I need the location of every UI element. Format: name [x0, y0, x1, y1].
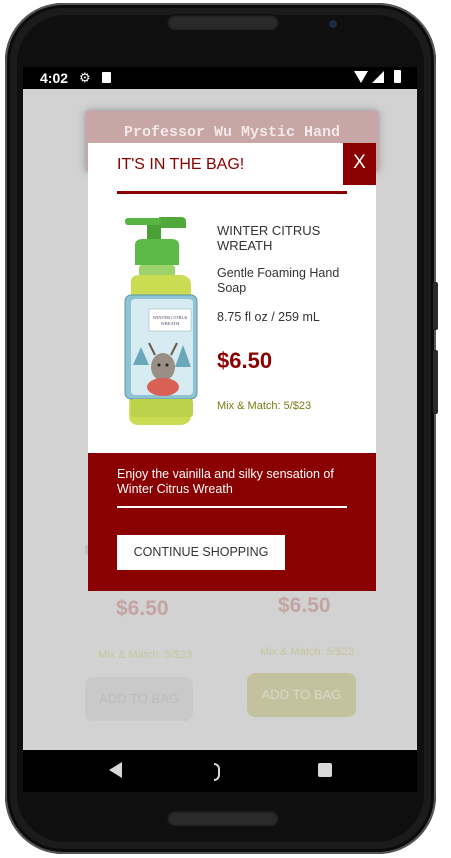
screen: 4:02 ⚙ Professor Wu Mystic Hand $6.50 $6… — [23, 67, 417, 792]
background-mix-match-2: Mix & Match: 5/$23 — [260, 646, 355, 658]
back-icon[interactable] — [109, 762, 122, 778]
continue-shopping-button[interactable]: CONTINUE SHOPPING — [117, 535, 285, 570]
product-image: WINTER CITRUS WREATH — [124, 217, 198, 425]
modal-title: IT'S IN THE BAG! — [117, 156, 245, 173]
front-camera — [329, 20, 337, 28]
power-button — [433, 350, 438, 414]
sd-card-icon — [102, 72, 111, 83]
close-button[interactable]: X — [343, 143, 376, 185]
recents-icon[interactable] — [318, 763, 332, 777]
battery-icon — [394, 70, 401, 83]
product-size: 8.75 fl oz / 259 mL — [217, 310, 320, 324]
product-price: $6.50 — [217, 348, 273, 373]
svg-text:WREATH: WREATH — [161, 321, 180, 326]
promo-panel: Enjoy the vainilla and silky sensation o… — [88, 453, 376, 591]
background-title: Professor Wu Mystic Hand — [123, 124, 341, 141]
gear-icon: ⚙ — [79, 70, 91, 85]
bottom-speaker — [167, 810, 279, 826]
status-time: 4:02 — [40, 70, 69, 86]
promo-text: Enjoy the vainilla and silky sensation o… — [117, 467, 334, 496]
volume-button — [433, 282, 438, 330]
promo-divider — [117, 506, 347, 508]
background-price-1: $6.50 — [116, 597, 169, 620]
status-bar: 4:02 ⚙ — [23, 67, 417, 89]
added-to-bag-modal: IT'S IN THE BAG! X WINTER CITRUS WREATH — [88, 143, 376, 591]
add-to-bag-button-1[interactable]: ADD TO BAG — [85, 677, 193, 721]
navigation-bar — [23, 750, 417, 792]
background-mix-match-1: Mix & Match: 5/$23 — [98, 649, 193, 661]
product-description: Gentle Foaming Hand Soap — [217, 266, 340, 295]
bottle-label-text: WINTER CITRUS — [153, 315, 188, 320]
product-name: WINTER CITRUS WREATH — [217, 223, 321, 253]
earpiece-speaker — [167, 14, 279, 30]
wifi-icon — [354, 71, 368, 83]
title-divider — [117, 191, 347, 194]
app-content: Professor Wu Mystic Hand $6.50 $6.50 Mix… — [23, 89, 417, 750]
signal-icon — [372, 71, 384, 83]
add-to-bag-button-2[interactable]: ADD TO BAG — [247, 673, 356, 717]
mix-match-promo: Mix & Match: 5/$23 — [217, 400, 312, 412]
home-icon[interactable] — [214, 763, 220, 781]
background-price-2: $6.50 — [278, 594, 331, 617]
